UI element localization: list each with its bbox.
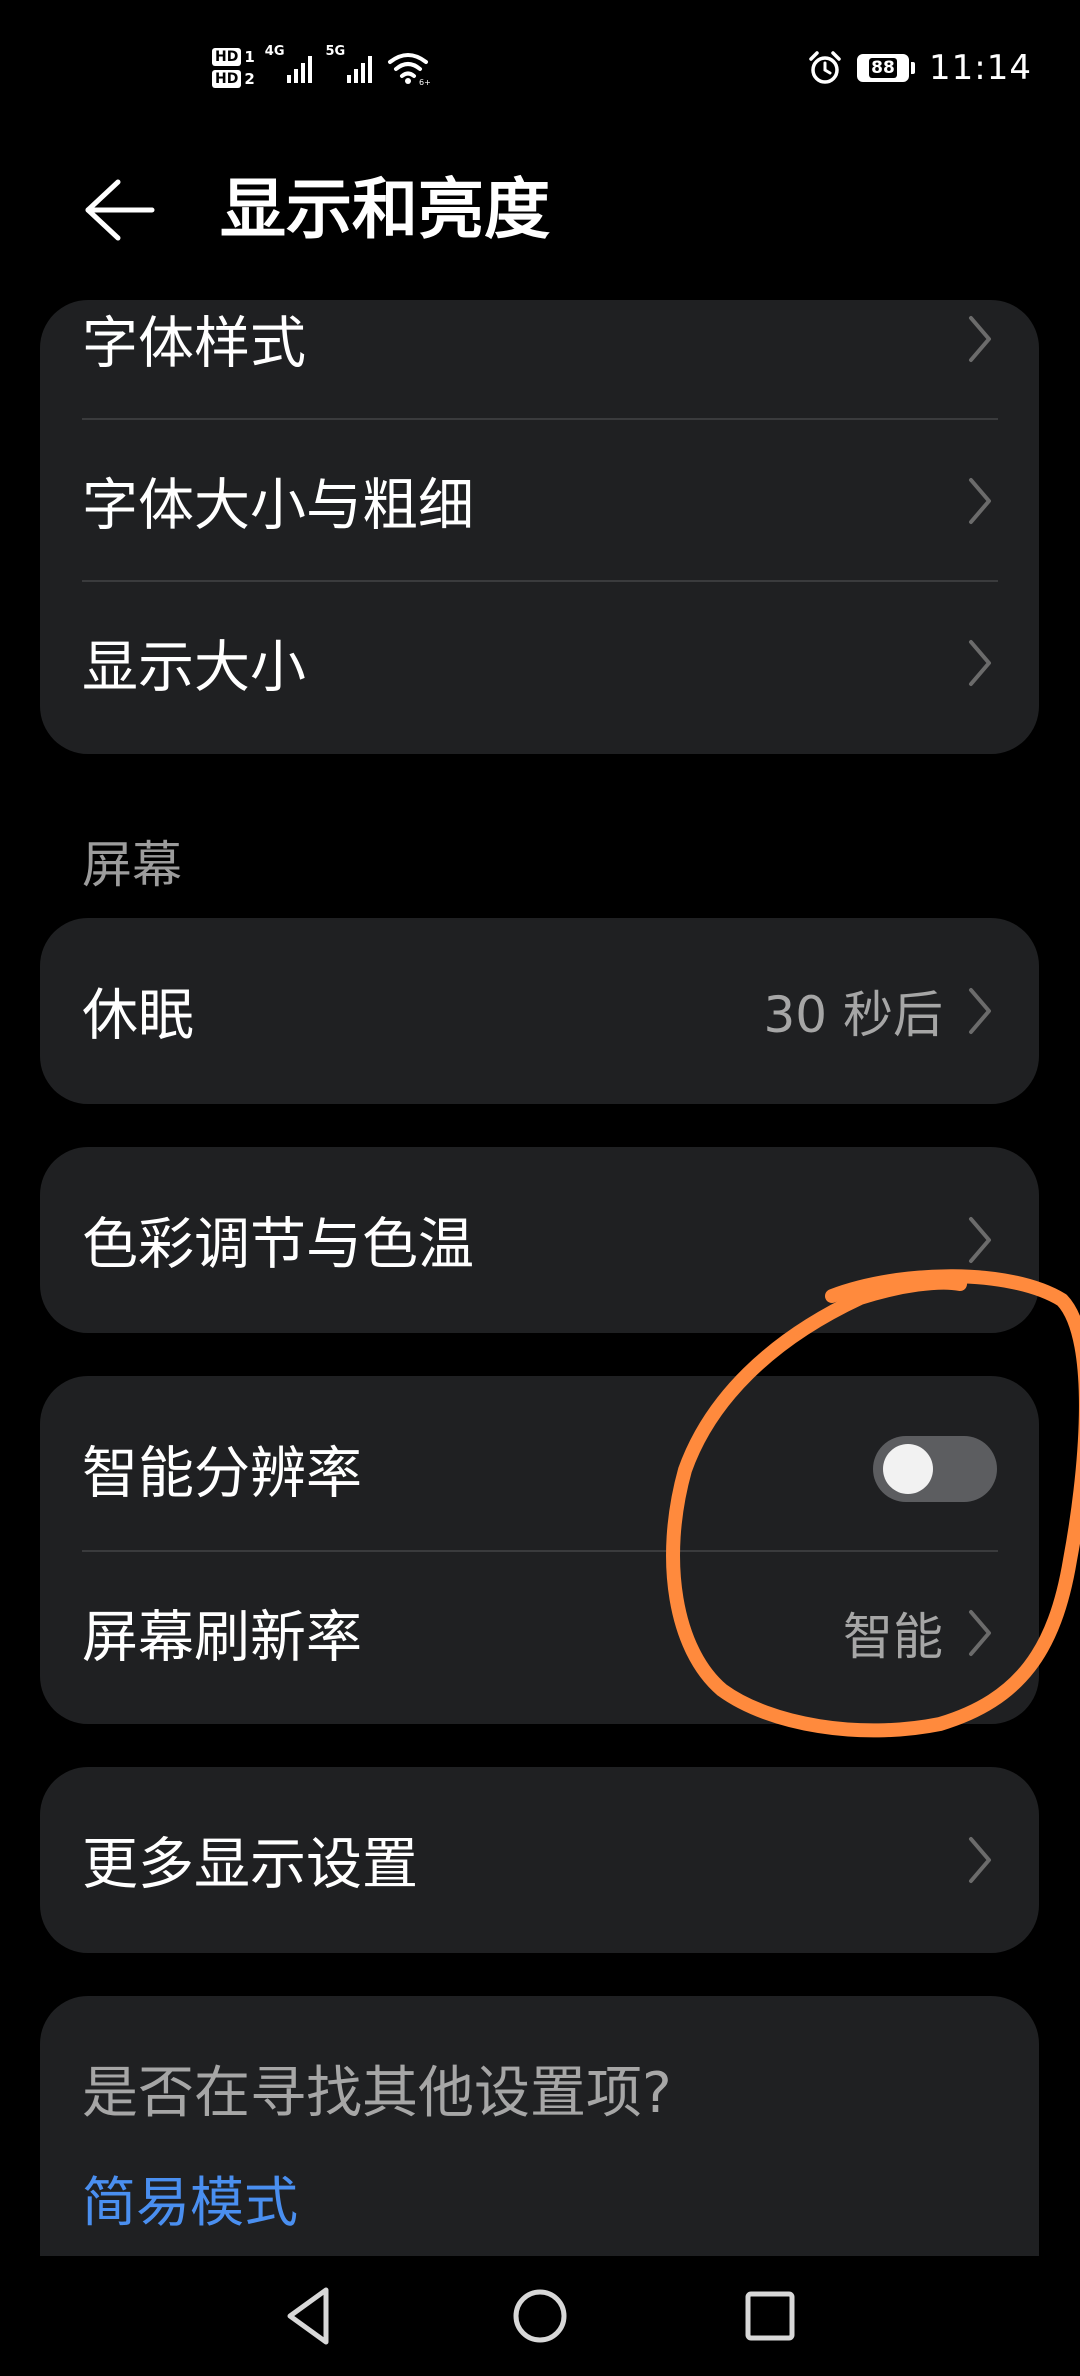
resolution-card: 智能分辨率 屏幕刷新率 智能 [40,1376,1039,1724]
sleep-value: 30 秒后 [763,986,943,1044]
toggle-knob [883,1444,933,1494]
hd-label-1: HD [212,48,242,66]
hd-badge-1: HD 1 [212,48,255,66]
chevron-right-icon [969,988,991,1034]
search-suggestion-card: 是否在寻找其他设置项? 简易模式 [40,1996,1039,2256]
hd-badge-2: HD 2 [212,70,255,88]
signal-icon [347,53,373,83]
svg-text:6+: 6+ [419,78,430,86]
color-card[interactable]: 色彩调节与色温 [40,1147,1039,1333]
chevron-right-icon [969,478,991,524]
display-size-label: 显示大小 [82,635,306,701]
color-temperature-label: 色彩调节与色温 [82,1212,474,1278]
hd-num-1: 1 [244,48,255,66]
simple-mode-link[interactable]: 简易模式 [82,2158,298,2237]
list-item-sleep[interactable]: 休眠 30 秒后 [40,930,1039,1092]
font-style-label: 字体样式 [82,311,306,377]
status-bar-left: HD 1 HD 2 4G 5G 6+ [212,38,430,98]
network-type-2: 5G [325,44,346,59]
alarm-icon [809,51,841,84]
smart-resolution-label: 智能分辨率 [82,1441,362,1507]
chevron-right-icon [969,640,991,686]
arrow-left-icon[interactable] [82,176,156,244]
more-display-card[interactable]: 更多显示设置 [40,1767,1039,1953]
list-item-refresh-rate[interactable]: 屏幕刷新率 智能 [40,1552,1039,1714]
header: 显示和亮度 [0,150,1080,270]
more-display-settings-label: 更多显示设置 [82,1832,418,1898]
battery-body: 88 [857,54,910,82]
recents-square-icon[interactable] [730,2276,810,2356]
sleep-label: 休眠 [82,983,194,1049]
font-size-weight-label: 字体大小与粗细 [82,473,474,539]
wifi-icon: 6+ [388,53,430,86]
list-item-font-style[interactable]: 字体样式 [40,300,1039,420]
status-bar-right: 88 11:14 [807,38,1032,98]
battery-tip [911,62,916,74]
chevron-right-icon [969,316,991,362]
list-item-more-display-settings[interactable]: 更多显示设置 [40,1779,1039,1941]
chevron-right-icon [969,1837,991,1883]
page-title: 显示和亮度 [220,171,550,248]
section-label-screen: 屏幕 [82,836,182,894]
sleep-card[interactable]: 休眠 30 秒后 [40,918,1039,1104]
hd-num-2: 2 [244,70,255,88]
clock: 11:14 [929,48,1032,88]
list-item-display-size[interactable]: 显示大小 [40,582,1039,744]
hd-indicators: HD 1 HD 2 [212,48,255,88]
font-settings-card: 字体样式 字体大小与粗细 显示大小 [40,300,1039,754]
refresh-rate-value: 智能 [843,1608,943,1666]
list-item-font-size-weight[interactable]: 字体大小与粗细 [40,420,1039,582]
navigation-bar [0,2256,1080,2376]
home-circle-icon[interactable] [500,2276,580,2356]
smart-resolution-toggle[interactable] [873,1436,997,1502]
network-type-1: 4G [264,44,285,59]
refresh-rate-label: 屏幕刷新率 [82,1605,362,1671]
battery-icon: 88 [857,54,916,82]
status-bar: HD 1 HD 2 4G 5G 6+ 88 11:14 [0,0,1080,130]
hd-label-2: HD [212,70,242,88]
list-item-color-temperature[interactable]: 色彩调节与色温 [40,1159,1039,1321]
signal-icon [286,53,312,83]
search-suggestion-question: 是否在寻找其他设置项? [82,2061,672,2126]
list-item-smart-resolution: 智能分辨率 [40,1388,1039,1550]
chevron-right-icon [969,1610,991,1656]
back-triangle-icon[interactable] [270,2276,350,2356]
chevron-right-icon [969,1217,991,1263]
battery-level: 88 [869,58,897,78]
